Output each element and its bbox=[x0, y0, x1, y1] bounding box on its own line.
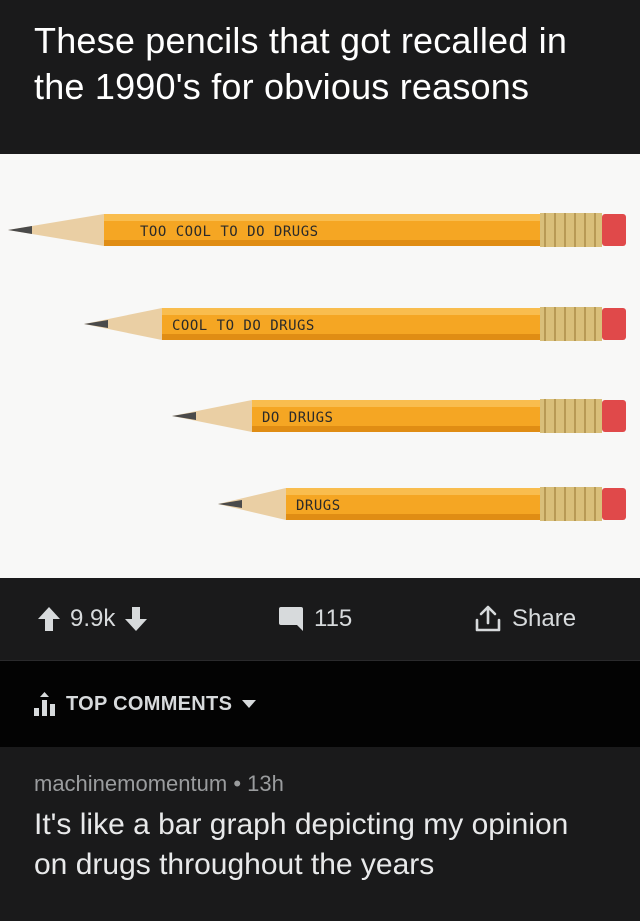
ferrule-ridge bbox=[584, 487, 586, 521]
top-bars-icon bbox=[34, 692, 56, 716]
pencil-ferrule bbox=[540, 487, 602, 521]
pencils-illustration: TOO COOL TO DO DRUGS COOL TO DO DRUGS DO D… bbox=[8, 213, 626, 521]
pencil-shadow bbox=[104, 240, 540, 246]
pencil-eraser bbox=[602, 400, 626, 432]
share-label: Share bbox=[512, 605, 577, 632]
ferrule-ridge bbox=[554, 307, 556, 341]
ferrule-ridge bbox=[574, 307, 576, 341]
pencil-shadow bbox=[286, 514, 540, 520]
pencil: DRUGS bbox=[218, 487, 626, 521]
ferrule-ridge bbox=[594, 399, 596, 433]
ferrule-ridge bbox=[564, 399, 566, 433]
speech-bubble-icon bbox=[278, 606, 304, 632]
ferrule-ridge bbox=[554, 487, 556, 521]
pencil-label: TOO COOL TO DO DRUGS bbox=[140, 224, 319, 240]
pencil-lead bbox=[84, 320, 108, 328]
comment-meta: machinemomentum • 13h bbox=[34, 769, 606, 799]
pencil-eraser bbox=[602, 488, 626, 520]
pencil: TOO COOL TO DO DRUGS bbox=[8, 213, 626, 247]
ferrule-ridge bbox=[564, 213, 566, 247]
pencil-ferrule bbox=[540, 307, 602, 341]
pencil-eraser bbox=[602, 214, 626, 246]
vote-score: 9.9k bbox=[70, 605, 116, 632]
post-image[interactable]: TOO COOL TO DO DRUGS COOL TO DO DRUGS DO D… bbox=[0, 154, 640, 578]
pencil-highlight bbox=[104, 214, 540, 221]
ferrule-ridge bbox=[584, 307, 586, 341]
post-title: These pencils that got recalled in the 1… bbox=[34, 20, 568, 107]
ferrule-ridge bbox=[594, 213, 596, 247]
share-icon bbox=[474, 605, 502, 633]
ferrule-ridge bbox=[594, 487, 596, 521]
ferrule-ridge bbox=[574, 487, 576, 521]
ferrule-ridge bbox=[574, 213, 576, 247]
ferrule-ridge bbox=[594, 307, 596, 341]
comment: machinemomentum • 13h It's like a bar gr… bbox=[0, 747, 640, 921]
pencil-lead bbox=[172, 412, 196, 420]
ferrule-ridge bbox=[544, 399, 546, 433]
ferrule-ridge bbox=[584, 399, 586, 433]
pencil-label: DRUGS bbox=[296, 498, 341, 514]
ferrule-ridge bbox=[544, 487, 546, 521]
comment-count: 115 bbox=[314, 605, 353, 632]
pencil-highlight bbox=[252, 400, 540, 407]
upvote-arrow-icon[interactable] bbox=[38, 607, 60, 631]
pencil-highlight bbox=[162, 308, 540, 315]
action-bar: 9.9k 115 Share bbox=[0, 578, 640, 661]
caret-down-icon[interactable] bbox=[242, 699, 257, 709]
sort-label[interactable]: TOP COMMENTS bbox=[66, 693, 232, 716]
pencil: COOL TO DO DRUGS bbox=[84, 307, 626, 341]
pencil-highlight bbox=[286, 488, 540, 495]
pencil: DO DRUGS bbox=[172, 399, 626, 433]
comment-body: It's like a bar graph depicting my opini… bbox=[34, 808, 569, 881]
pencil-ferrule bbox=[540, 213, 602, 247]
share-button[interactable]: Share bbox=[474, 578, 576, 660]
comment-age: 13h bbox=[247, 771, 284, 796]
ferrule-ridge bbox=[584, 213, 586, 247]
ferrule-ridge bbox=[544, 213, 546, 247]
pencil-label: COOL TO DO DRUGS bbox=[172, 318, 315, 334]
pencil-shadow bbox=[162, 334, 540, 340]
comments-button[interactable]: 115 bbox=[278, 578, 352, 660]
pencil-lead bbox=[8, 226, 32, 234]
downvote-arrow-icon[interactable] bbox=[125, 607, 148, 631]
pencil-label: DO DRUGS bbox=[262, 410, 333, 426]
ferrule-ridge bbox=[554, 213, 556, 247]
ferrule-ridge bbox=[564, 307, 566, 341]
pencil-shadow bbox=[252, 426, 540, 432]
comment-sort-bar[interactable]: TOP COMMENTS bbox=[0, 661, 640, 747]
comment-author[interactable]: machinemomentum bbox=[34, 771, 227, 796]
pencil-ferrule bbox=[540, 399, 602, 433]
ferrule-ridge bbox=[544, 307, 546, 341]
meta-separator: • bbox=[233, 771, 242, 796]
ferrule-ridge bbox=[564, 487, 566, 521]
vote-group: 9.9k bbox=[38, 578, 148, 660]
pencil-eraser bbox=[602, 308, 626, 340]
ferrule-ridge bbox=[554, 399, 556, 433]
ferrule-ridge bbox=[574, 399, 576, 433]
